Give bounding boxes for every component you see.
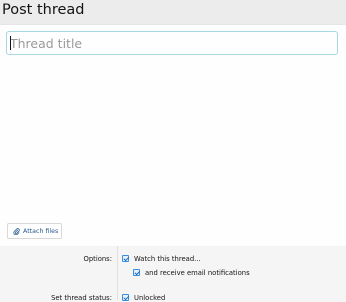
- unlocked-label[interactable]: Unlocked: [134, 294, 165, 302]
- text-caret: [10, 36, 11, 50]
- options-label: Options:: [83, 255, 112, 263]
- page-title: Post thread: [2, 2, 85, 18]
- attach-files-label: Attach files: [23, 227, 59, 235]
- editor-panel: [0, 24, 346, 247]
- thread-title-input[interactable]: [6, 31, 338, 55]
- email-notifications-checkbox[interactable]: [133, 269, 140, 276]
- paperclip-icon: [13, 227, 20, 235]
- options-divider: [117, 246, 118, 300]
- watch-thread-label[interactable]: Watch this thread...: [134, 255, 201, 263]
- page-header: Post thread: [0, 0, 346, 24]
- attach-files-button[interactable]: Attach files: [7, 223, 62, 239]
- watch-thread-checkbox[interactable]: [122, 255, 129, 262]
- thread-status-label: Set thread status:: [51, 294, 112, 302]
- email-notifications-label[interactable]: and receive email notifications: [145, 269, 250, 277]
